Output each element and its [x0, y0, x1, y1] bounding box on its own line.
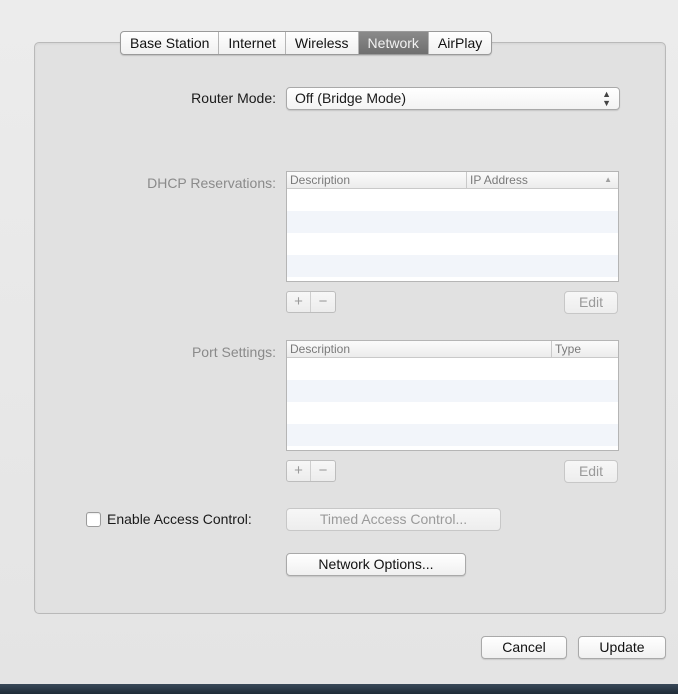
- table-row: [287, 358, 618, 380]
- ports-add-remove-control: + −: [286, 460, 336, 482]
- ports-add-button[interactable]: +: [287, 461, 311, 481]
- router-mode-select[interactable]: Off (Bridge Mode) ▲ ▼: [286, 87, 620, 110]
- ports-remove-button[interactable]: −: [311, 461, 335, 481]
- tab-internet[interactable]: Internet: [219, 32, 286, 54]
- network-options-button[interactable]: Network Options...: [286, 553, 466, 576]
- dhcp-reservations-label: DHCP Reservations:: [147, 175, 276, 191]
- select-arrows-icon: ▲ ▼: [602, 88, 611, 108]
- table-header: Description IP Address ▲: [287, 172, 618, 189]
- column-header-ip-address[interactable]: IP Address ▲: [467, 172, 618, 188]
- dhcp-add-remove-control: + −: [286, 291, 336, 313]
- table-header: Description Type: [287, 341, 618, 358]
- update-button[interactable]: Update: [578, 636, 666, 659]
- column-header-description[interactable]: Description: [287, 341, 552, 357]
- router-mode-label: Router Mode:: [191, 90, 276, 106]
- dhcp-add-button[interactable]: +: [287, 292, 311, 312]
- tab-network[interactable]: Network: [358, 32, 429, 54]
- dhcp-reservations-table[interactable]: Description IP Address ▲: [286, 171, 619, 282]
- router-mode-value: Off (Bridge Mode): [295, 90, 407, 106]
- table-row: [287, 189, 618, 211]
- table-row: [287, 233, 618, 255]
- desktop-edge: [0, 684, 678, 694]
- table-row: [287, 380, 618, 402]
- dhcp-remove-button[interactable]: −: [311, 292, 335, 312]
- column-header-description[interactable]: Description: [287, 172, 467, 188]
- port-settings-table[interactable]: Description Type: [286, 340, 619, 451]
- port-settings-label: Port Settings:: [191, 344, 276, 360]
- table-row: [287, 424, 618, 446]
- table-row: [287, 402, 618, 424]
- tab-bar: Base Station Internet Wireless Network A…: [120, 31, 493, 55]
- tab-wireless[interactable]: Wireless: [286, 32, 359, 54]
- table-row: [287, 211, 618, 233]
- ports-edit-button[interactable]: Edit: [564, 460, 618, 483]
- table-row: [287, 255, 618, 277]
- tab-base-station[interactable]: Base Station: [121, 32, 220, 54]
- column-header-type[interactable]: Type: [552, 341, 618, 357]
- tab-airplay[interactable]: AirPlay: [429, 32, 491, 54]
- column-header-ip-address-label: IP Address: [470, 173, 528, 187]
- timed-access-control-button[interactable]: Timed Access Control...: [286, 508, 501, 531]
- enable-access-control-label: Enable Access Control:: [107, 511, 252, 527]
- cancel-button[interactable]: Cancel: [481, 636, 567, 659]
- sort-ascending-icon: ▲: [604, 175, 612, 184]
- dhcp-edit-button[interactable]: Edit: [564, 291, 618, 314]
- enable-access-control-checkbox[interactable]: [86, 512, 101, 527]
